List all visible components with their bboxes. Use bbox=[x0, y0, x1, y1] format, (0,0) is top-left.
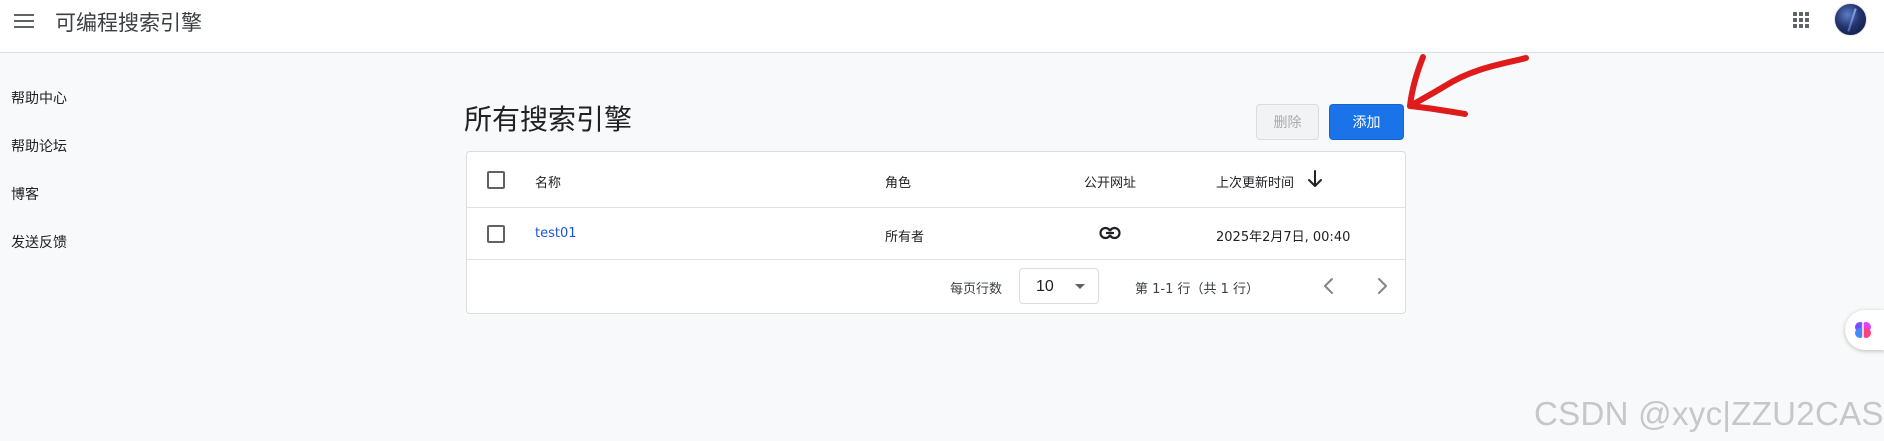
chevron-right-icon[interactable] bbox=[1372, 276, 1392, 296]
header-last-updated[interactable]: 上次更新时间 bbox=[1216, 172, 1294, 191]
link-icon[interactable] bbox=[1099, 226, 1121, 240]
rows-per-page-value: 10 bbox=[1036, 278, 1054, 295]
watermark-text: CSDN @xyc|ZZU2CAS bbox=[1534, 395, 1884, 432]
sidebar-item-help-forum[interactable]: 帮助论坛 bbox=[11, 137, 67, 185]
account-avatar[interactable] bbox=[1834, 3, 1867, 36]
header-name[interactable]: 名称 bbox=[535, 172, 561, 191]
brain-icon bbox=[1855, 322, 1871, 338]
floating-assistant-button[interactable] bbox=[1845, 310, 1884, 350]
apps-grid-icon[interactable] bbox=[1793, 12, 1809, 28]
delete-button[interactable]: 删除 bbox=[1256, 104, 1319, 140]
header-role[interactable]: 角色 bbox=[885, 172, 911, 191]
sidebar-item-blog[interactable]: 博客 bbox=[11, 185, 67, 233]
rows-per-page-select[interactable]: 10 bbox=[1019, 268, 1099, 304]
sidebar-item-help-center[interactable]: 帮助中心 bbox=[11, 89, 67, 137]
header-public-url[interactable]: 公开网址 bbox=[1084, 172, 1136, 191]
annotation-arrow bbox=[1407, 54, 1529, 117]
engine-last-updated: 2025年2月7日, 00:40 bbox=[1216, 230, 1351, 245]
table-header-row: 名称 角色 公开网址 上次更新时间 bbox=[467, 152, 1405, 208]
sidebar-nav: 帮助中心 帮助论坛 博客 发送反馈 bbox=[11, 89, 67, 281]
pagination-range: 第 1-1 行（共 1 行） bbox=[1135, 282, 1260, 297]
add-button[interactable]: 添加 bbox=[1329, 104, 1404, 140]
top-app-bar: 可编程搜索引擎 bbox=[0, 0, 1884, 53]
app-title: 可编程搜索引擎 bbox=[55, 11, 202, 35]
chevron-down-icon bbox=[1075, 284, 1085, 289]
chevron-left-icon[interactable] bbox=[1319, 276, 1339, 296]
arrow-down-icon[interactable] bbox=[1307, 169, 1323, 189]
pagination-bar: 每页行数 10 第 1-1 行（共 1 行） bbox=[467, 260, 1405, 314]
row-checkbox[interactable] bbox=[487, 225, 505, 243]
engine-name-link[interactable]: test01 bbox=[535, 226, 577, 241]
hamburger-menu-icon[interactable] bbox=[14, 12, 34, 28]
select-all-checkbox[interactable] bbox=[487, 171, 505, 189]
page-title: 所有搜索引擎 bbox=[464, 103, 633, 136]
table-row: test01 所有者 2025年2月7日, 00:40 bbox=[467, 208, 1405, 260]
sidebar-item-send-feedback[interactable]: 发送反馈 bbox=[11, 233, 67, 281]
engine-role: 所有者 bbox=[885, 230, 925, 245]
search-engine-table: 名称 角色 公开网址 上次更新时间 test01 所有者 2025年2月7日, … bbox=[466, 151, 1406, 314]
rows-per-page-label: 每页行数 bbox=[950, 282, 1003, 297]
